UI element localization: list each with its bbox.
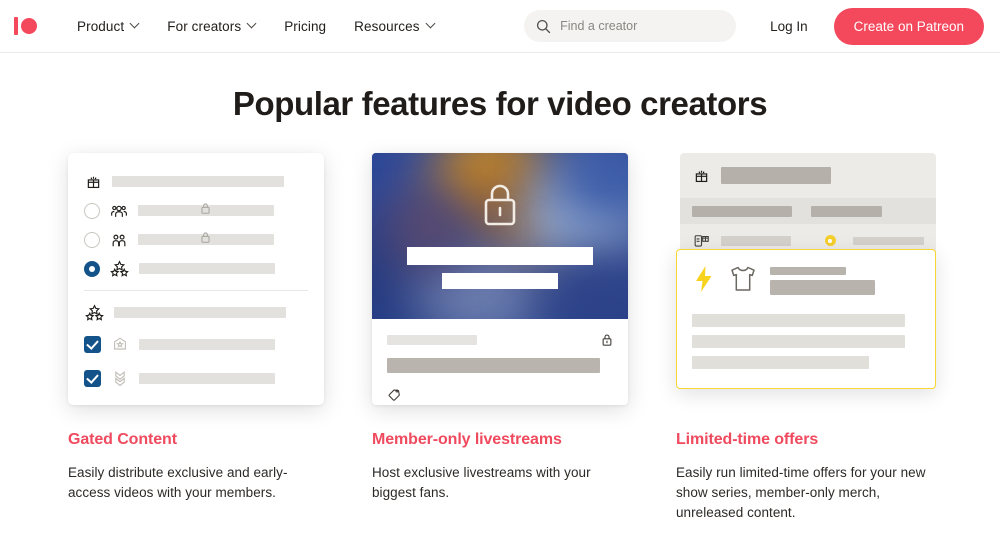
placeholder-bar (852, 236, 924, 245)
nav-item-product[interactable]: Product (63, 13, 153, 40)
search-icon (537, 19, 551, 33)
tshirt-icon (731, 266, 755, 291)
lock-icon (201, 203, 210, 214)
lock-icon (602, 334, 612, 346)
limited-offer-card (676, 249, 936, 389)
placeholder-bar (139, 263, 275, 274)
phone-gift-icon (694, 235, 709, 247)
site-header: Product For creators Pricing Resources L… (0, 0, 1000, 53)
nav-label: Pricing (284, 18, 327, 34)
feature-card-grid: Gated Content Easily distribute exclusiv… (0, 147, 1000, 523)
offer-title-bars (770, 264, 875, 295)
placeholder-bar (138, 203, 274, 216)
group-two-icon (112, 234, 126, 246)
placeholder-bar (770, 280, 875, 295)
creator-search[interactable] (524, 10, 737, 42)
mock-row (84, 254, 308, 283)
stars-icon (85, 304, 104, 321)
feature-description: Easily distribute exclusive and early-ac… (68, 465, 288, 500)
section-divider (84, 290, 308, 291)
stars-icon (110, 260, 129, 277)
gift-icon (87, 176, 100, 189)
primary-navigation: Product For creators Pricing Resources (63, 13, 449, 40)
mock-row (84, 167, 308, 196)
gift-icon (695, 170, 708, 183)
placeholder-bar (139, 372, 275, 384)
feature-card-gated-content: Gated Content Easily distribute exclusiv… (68, 147, 324, 523)
feature-title: Member-only livestreams (372, 431, 562, 448)
lock-icon (484, 184, 516, 226)
feature-description: Easily run limited-time offers for your … (676, 465, 926, 520)
placeholder-bar (387, 358, 600, 373)
chevron-down-icon (131, 20, 139, 28)
page-title: Popular features for video creators (232, 85, 768, 122)
checkbox-checked[interactable] (84, 335, 101, 353)
radio-button-unselected[interactable] (84, 202, 100, 219)
group-three-icon (111, 205, 127, 217)
feature-title: Gated Content (68, 431, 177, 448)
mock-row (84, 196, 308, 225)
nav-item-for-creators[interactable]: For creators (153, 13, 270, 40)
lightning-bolt-icon (696, 266, 712, 292)
placeholder-bar (692, 356, 869, 369)
placeholder-bar (387, 335, 477, 345)
post-meta-row (387, 333, 613, 347)
tier-selection-mock (68, 153, 324, 405)
feature-card-limited-time-offers: Limited-time offers Easily run limited-t… (676, 147, 936, 523)
feature-description: Host exclusive livestreams with your big… (372, 465, 591, 500)
patreon-logo[interactable] (14, 17, 37, 35)
livestream-illustration (372, 147, 628, 405)
create-on-patreon-button[interactable]: Create on Patreon (833, 7, 984, 45)
offer-header (692, 264, 920, 295)
placeholder-bar (692, 335, 905, 348)
mock-row (84, 298, 308, 327)
offer-detail-lines (692, 314, 920, 369)
placeholder-bar (692, 314, 905, 327)
tag-icon (388, 389, 400, 401)
feature-card-member-only-livestreams: Member-only livestreams Host exclusive l… (372, 147, 628, 523)
placeholder-bar (138, 232, 274, 245)
login-link[interactable]: Log In (754, 11, 824, 42)
panel-row (680, 198, 936, 224)
badge-star-icon (114, 337, 126, 350)
chevron-down-icon (427, 20, 435, 28)
checkbox-checked[interactable] (84, 369, 101, 387)
bookmark-chevron-icon (115, 370, 125, 387)
mock-row (84, 225, 308, 254)
locked-video-thumbnail (372, 153, 628, 319)
logo-bar-icon (14, 17, 18, 35)
placeholder-bar (692, 205, 792, 217)
radio-button-unselected[interactable] (84, 231, 100, 248)
locked-post-mock (372, 153, 628, 405)
limited-time-offers-illustration (676, 147, 936, 405)
placeholder-bar (139, 338, 275, 350)
feature-title: Limited-time offers (676, 431, 819, 448)
mock-row (84, 361, 308, 395)
header-actions: Log In Create on Patreon (524, 7, 984, 45)
placeholder-bar (721, 235, 791, 246)
placeholder-bar (811, 205, 882, 217)
nav-item-pricing[interactable]: Pricing (270, 13, 340, 40)
thumbnail-title-bar (407, 247, 593, 265)
placeholder-bar (721, 167, 831, 184)
placeholder-bar (114, 307, 286, 318)
panel-row (680, 153, 936, 198)
mock-row (84, 327, 308, 361)
thumbnail-subtitle-bar (442, 273, 558, 289)
post-body (372, 319, 628, 405)
lock-icon (201, 232, 210, 243)
search-input[interactable] (560, 19, 725, 33)
gated-content-illustration (68, 147, 324, 405)
radio-button-selected[interactable] (84, 260, 100, 277)
chevron-down-icon (248, 20, 256, 28)
offer-mock (676, 153, 936, 405)
status-dot-icon (824, 235, 836, 246)
nav-label: For creators (167, 18, 242, 34)
nav-item-resources[interactable]: Resources (340, 13, 448, 40)
nav-label: Resources (354, 18, 420, 34)
placeholder-bar (770, 267, 846, 275)
logo-circle-icon (21, 18, 37, 34)
nav-label: Product (77, 18, 125, 34)
placeholder-bar (112, 176, 284, 187)
